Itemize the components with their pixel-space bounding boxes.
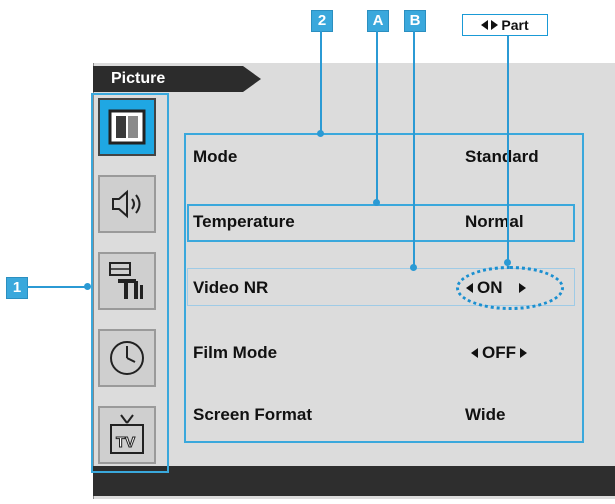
tv-icon: TV	[110, 414, 144, 454]
menu-item-video-nr[interactable]: Video NR	[193, 278, 268, 298]
menu-item-mode[interactable]: Mode	[193, 147, 237, 167]
part-callout-dot	[504, 259, 511, 266]
callout-badge-a: A	[367, 10, 389, 32]
clock-icon	[110, 341, 144, 375]
part-callout-leader	[507, 36, 509, 262]
menu-title-bar: Picture	[93, 66, 261, 92]
callout-b-label: B	[409, 12, 421, 29]
film-mode-value-text: OFF	[482, 343, 516, 362]
right-arrow-icon[interactable]	[520, 348, 527, 358]
callout-a-leader	[376, 31, 378, 202]
video-nr-value-text: ON	[477, 278, 503, 297]
part-label: Part	[501, 17, 529, 33]
right-arrow-icon	[491, 20, 499, 30]
mode-value: Standard	[465, 147, 539, 167]
callout-badge-1: 1	[6, 277, 28, 299]
sidebar-item-setup[interactable]	[98, 252, 156, 310]
screen-format-value-text: Wide	[465, 405, 506, 424]
film-mode-value[interactable]: OFF	[471, 343, 527, 363]
right-arrow-icon[interactable]	[518, 283, 526, 293]
callout-2-label: 2	[317, 12, 327, 29]
menu-item-screen-format[interactable]: Screen Format	[193, 405, 312, 425]
callout-1-label: 1	[12, 279, 22, 296]
callout-2-dot	[317, 130, 324, 137]
screen-format-value: Wide	[465, 405, 505, 425]
left-arrow-icon	[481, 20, 489, 30]
temperature-value-text: Normal	[465, 212, 524, 231]
bottom-bar	[93, 466, 615, 496]
callout-b-dot	[410, 264, 417, 271]
sidebar-item-time[interactable]	[98, 329, 156, 387]
callout-1-dot	[84, 283, 91, 290]
callout-b-leader	[413, 31, 415, 267]
callout-a-label: A	[372, 12, 384, 29]
setup-tools-icon	[109, 262, 143, 299]
callout-badge-2: 2	[311, 10, 333, 32]
sidebar-item-picture[interactable]	[98, 98, 156, 156]
menu-title: Picture	[111, 70, 166, 87]
part-callout: Part	[462, 14, 548, 36]
temperature-value: Normal	[465, 212, 524, 232]
callout-a-dot	[373, 199, 380, 206]
mode-value-text: Standard	[465, 147, 539, 166]
callout-2-leader	[320, 31, 322, 133]
sound-icon	[112, 189, 141, 219]
video-nr-value[interactable]: ON	[466, 278, 526, 298]
left-arrow-icon[interactable]	[471, 348, 478, 358]
sidebar-item-sound[interactable]	[98, 175, 156, 233]
callout-badge-b: B	[404, 10, 426, 32]
menu-item-temperature[interactable]: Temperature	[193, 212, 295, 232]
menu-item-film-mode[interactable]: Film Mode	[193, 343, 277, 363]
picture-icon	[108, 109, 146, 145]
callout-1-leader	[27, 286, 89, 288]
sidebar-item-input[interactable]: TV	[98, 406, 156, 464]
left-arrow-icon[interactable]	[466, 283, 473, 293]
svg-text:TV: TV	[116, 434, 135, 451]
